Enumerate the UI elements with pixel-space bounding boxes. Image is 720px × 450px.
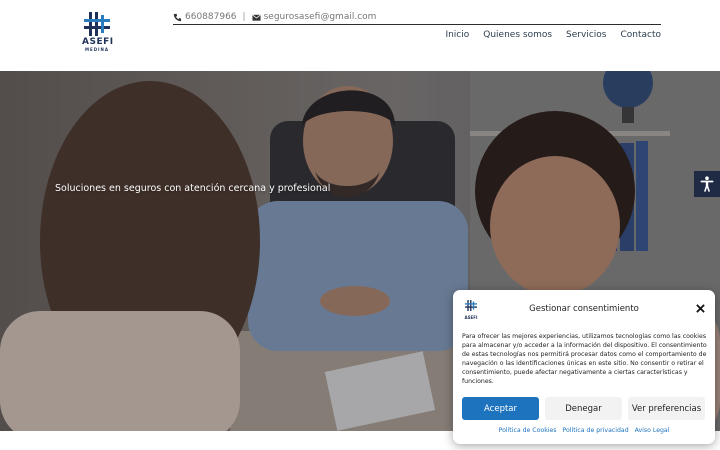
logo-subtitle: MEDINA <box>85 47 109 52</box>
main-nav: Inicio Quienes somos Servicios Contacto <box>445 30 661 40</box>
close-icon <box>695 303 705 313</box>
email-address[interactable]: segurosasefi@gmail.com <box>264 12 377 22</box>
accessibility-button[interactable] <box>694 171 720 197</box>
accessibility-icon <box>700 176 714 192</box>
hero-tagline: Soluciones en seguros con atención cerca… <box>55 183 331 194</box>
phone-number[interactable]: 660887966 <box>185 12 237 22</box>
logo-name: ASEFI <box>82 37 114 47</box>
site-header: ASEFI MEDINA 660887966 | segurosasefi@gm… <box>0 0 720 71</box>
logo[interactable]: ASEFI MEDINA <box>82 12 114 52</box>
nav-item-contacto[interactable]: Contacto <box>620 30 661 40</box>
privacy-policy-link[interactable]: Política de privacidad <box>563 427 629 434</box>
cookie-policy-link[interactable]: Política de Cookies <box>499 427 557 434</box>
logo-icon <box>84 12 110 36</box>
phone-icon <box>173 13 182 21</box>
consent-links: Política de Cookies Política de privacid… <box>453 427 715 434</box>
nav-item-quienes-somos[interactable]: Quienes somos <box>483 30 552 40</box>
consent-message: Para ofrecer las mejores experiencias, u… <box>462 333 707 385</box>
consent-logo-name: ASEFI <box>464 315 478 320</box>
consent-title: Gestionar consentimiento <box>529 304 639 314</box>
deny-button[interactable]: Denegar <box>545 397 622 420</box>
contact-bar: 660887966 | segurosasefi@gmail.com <box>173 10 661 25</box>
preferences-button[interactable]: Ver preferencias <box>628 397 705 420</box>
accept-button[interactable]: Aceptar <box>462 397 539 420</box>
envelope-icon <box>252 14 261 21</box>
nav-item-servicios[interactable]: Servicios <box>566 30 606 40</box>
nav-item-inicio[interactable]: Inicio <box>445 30 469 40</box>
legal-notice-link[interactable]: Aviso Legal <box>635 427 670 434</box>
contact-separator: | <box>242 12 246 22</box>
consent-dialog: ASEFI Gestionar consentimiento Para ofre… <box>453 290 715 444</box>
close-button[interactable] <box>695 303 705 313</box>
